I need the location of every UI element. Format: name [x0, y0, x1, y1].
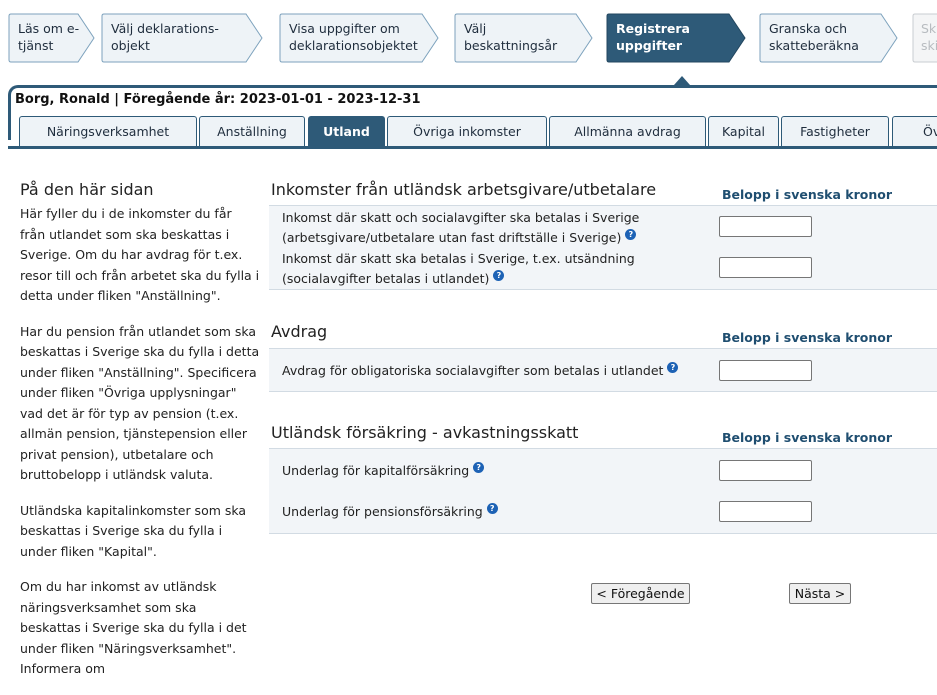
sidebar-info: På den här sidan Här fyller du i de inko…	[20, 180, 260, 695]
step-wizard: Läs om e-tjänst Välj deklarations-objekt…	[0, 0, 937, 78]
tab-bar: Näringsverksamhet Anställning Utland Övr…	[0, 116, 937, 149]
sidebar-paragraph: Utländska kapitalinkomster som ska beska…	[20, 502, 247, 559]
amount-input-pensionsforsakring[interactable]	[719, 501, 812, 522]
step-label: Registrera uppgifter	[616, 21, 690, 53]
step-label: Sk ski	[921, 21, 937, 53]
step-label: Granska och skatteberäkna	[769, 21, 859, 53]
tab-utland[interactable]: Utland	[308, 116, 385, 146]
sidebar-paragraph: Här fyller du i de inkomster du får från…	[20, 206, 260, 303]
field-label: Inkomst där skatt ska betalas i Sverige,…	[282, 251, 635, 286]
previous-button[interactable]: < Föregående	[591, 583, 690, 604]
step-las-om-etjanst[interactable]: Läs om e-tjänst	[8, 13, 96, 63]
sidebar-heading: På den här sidan	[20, 180, 154, 199]
form-row: Inkomst där skatt ska betalas i Sverige,…	[269, 248, 937, 290]
step-registrera-uppgifter[interactable]: Registrera uppgifter	[606, 13, 747, 63]
field-label: Underlag för kapitalförsäkring?	[282, 461, 702, 481]
column-header: Belopp i svenska kronor	[722, 330, 892, 345]
amount-input-kapitalforsakring[interactable]	[719, 460, 812, 481]
help-icon[interactable]: ?	[667, 361, 679, 373]
field-label: Avdrag för obligatoriska socialavgifter …	[282, 361, 702, 381]
step-label: Välj beskattningsår	[464, 21, 558, 53]
step-label: Välj deklarations-objekt	[111, 21, 219, 53]
step-valj-deklarationsobjekt[interactable]: Välj deklarations-objekt	[101, 13, 264, 63]
column-header: Belopp i svenska kronor	[722, 187, 892, 202]
form-row: Avdrag för obligatoriska socialavgifter …	[269, 348, 937, 392]
tab-naringsverksamhet[interactable]: Näringsverksamhet	[19, 116, 197, 146]
tab-anstallning[interactable]: Anställning	[199, 116, 305, 146]
amount-input-socialavgifter-utlandet[interactable]	[719, 360, 812, 381]
form-row: Underlag för pensionsförsäkring?	[269, 491, 937, 534]
field-label: Inkomst där skatt och socialavgifter ska…	[282, 210, 640, 245]
amount-input-utsandning[interactable]	[719, 257, 812, 278]
tab-underline	[8, 146, 937, 149]
tab-ovriga-upplysningar[interactable]: Öv	[892, 116, 937, 146]
step-granska[interactable]: Granska och skatteberäkna	[759, 13, 899, 63]
active-step-pointer	[674, 76, 690, 85]
section-title-avdrag: Avdrag	[271, 322, 328, 341]
sidebar-paragraph: Om du har inkomst av utländsk näringsver…	[20, 579, 247, 676]
form-row: Inkomst där skatt och socialavgifter ska…	[269, 205, 937, 249]
step-visa-uppgifter[interactable]: Visa uppgifter om deklarationsobjektet	[279, 13, 440, 63]
section-title-inkomster: Inkomster från utländsk arbetsgivare/utb…	[271, 180, 657, 199]
field-label: Underlag för pensionsförsäkring?	[282, 502, 702, 522]
amount-input-skatt-och-socialavgifter[interactable]	[719, 216, 812, 237]
page-title: Borg, Ronald | Föregående år: 2023-01-01…	[15, 92, 421, 107]
tab-allmanna-avdrag[interactable]: Allmänna avdrag	[549, 116, 706, 146]
help-icon[interactable]: ?	[625, 228, 637, 240]
form-row: Underlag för kapitalförsäkring?	[269, 448, 937, 492]
next-button[interactable]: Nästa >	[789, 583, 851, 604]
sidebar-paragraph: Har du pension från utlandet som ska bes…	[20, 323, 260, 483]
step-label: Visa uppgifter om deklarationsobjektet	[289, 21, 418, 53]
step-valj-beskattningsar[interactable]: Välj beskattningsår	[454, 13, 594, 63]
tab-ovriga-inkomster[interactable]: Övriga inkomster	[387, 116, 547, 146]
help-icon[interactable]: ?	[493, 269, 505, 281]
section-title-forsakring: Utländsk försäkring - avkastningsskatt	[271, 423, 579, 442]
tab-kapital[interactable]: Kapital	[708, 116, 779, 146]
help-icon[interactable]: ?	[473, 461, 485, 473]
help-icon[interactable]: ?	[486, 502, 498, 514]
step-skicka-in: Sk ski	[912, 13, 937, 63]
step-label: Läs om e-tjänst	[18, 21, 80, 53]
tab-fastigheter[interactable]: Fastigheter	[781, 116, 889, 146]
column-header: Belopp i svenska kronor	[722, 430, 892, 445]
